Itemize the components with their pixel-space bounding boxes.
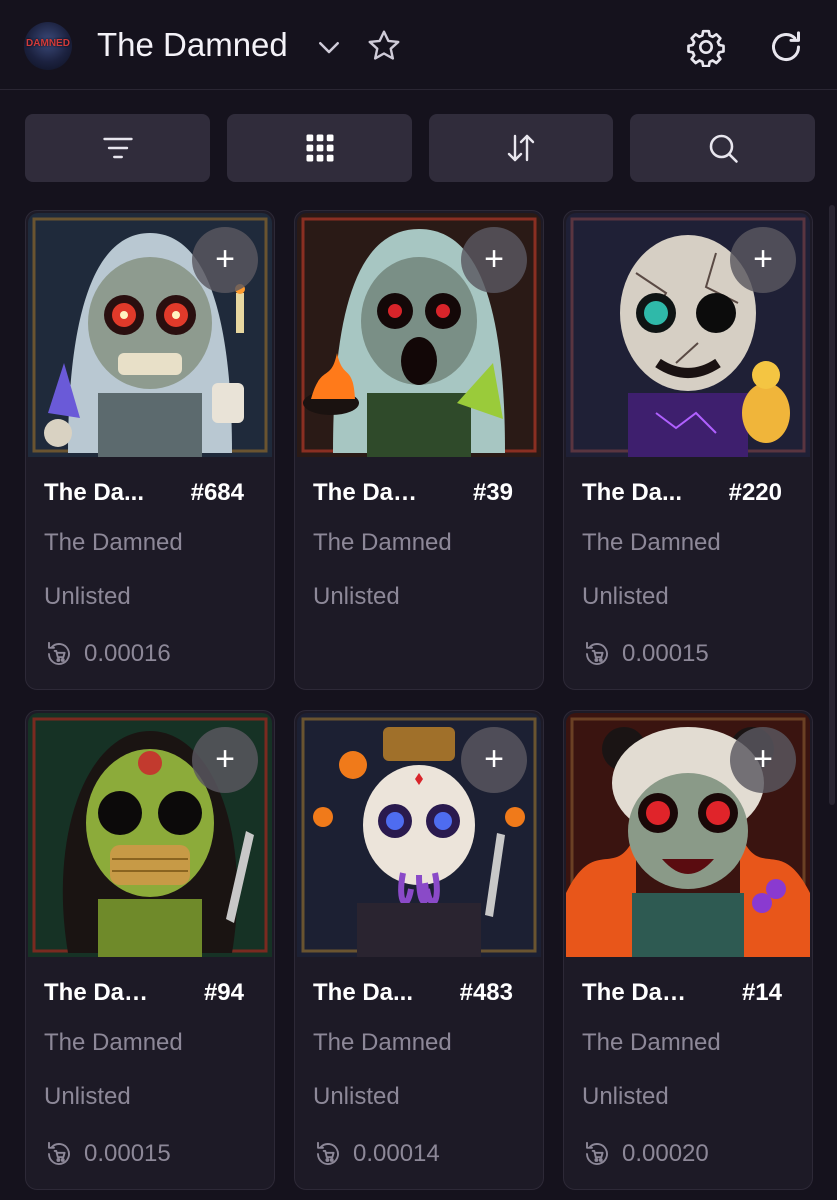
collection-name: The Damned xyxy=(313,1029,452,1056)
chevron-down-icon[interactable] xyxy=(314,32,344,62)
add-to-cart-button[interactable]: + xyxy=(730,727,796,793)
nft-number: #220 xyxy=(728,479,782,506)
cart-refresh-icon xyxy=(48,641,70,665)
last-sale-price: 0.00016 xyxy=(44,639,171,669)
price-value: 0.00014 xyxy=(353,1140,440,1167)
nft-number: #39 xyxy=(472,479,513,506)
sort-icon xyxy=(507,134,535,162)
nft-card[interactable]: + The Dam... #14 The Damned Unlisted 0.0… xyxy=(563,710,813,1190)
listing-status: Unlisted xyxy=(582,583,669,610)
filter-icon xyxy=(102,137,133,159)
last-sale-price: 0.00015 xyxy=(44,1139,171,1169)
last-sale-price: 0.00020 xyxy=(582,1139,709,1169)
logo-text: DAMNED xyxy=(26,38,70,49)
collection-name: The Damned xyxy=(44,529,183,556)
collection-name: The Damned xyxy=(582,1029,721,1056)
nft-name: The Dam... xyxy=(582,979,702,1006)
nft-card[interactable]: + The Da... #220 The Damned Unlisted 0.0… xyxy=(563,210,813,690)
nft-number: #14 xyxy=(741,979,782,1006)
last-sale-price: 0.00015 xyxy=(582,639,709,669)
listing-status: Unlisted xyxy=(44,1083,131,1110)
nft-name: The Da... xyxy=(44,479,145,506)
collection-name: The Damned xyxy=(313,529,452,556)
grid-icon xyxy=(306,134,333,162)
nft-number: #94 xyxy=(203,979,244,1006)
nft-name: The Da... xyxy=(582,479,683,506)
nft-name: The Da... xyxy=(313,979,414,1006)
header-bar: DAMNED The Damned xyxy=(0,0,837,90)
scrollbar[interactable] xyxy=(829,205,835,805)
search-icon xyxy=(709,134,738,163)
plus-icon: + xyxy=(753,239,773,278)
star-icon[interactable] xyxy=(366,28,402,64)
plus-icon: + xyxy=(215,739,235,778)
price-value: 0.00015 xyxy=(622,640,709,667)
collection-title[interactable]: The Damned xyxy=(97,26,288,64)
filter-button[interactable] xyxy=(25,114,210,182)
price-value: 0.00016 xyxy=(84,640,171,667)
collection-name: The Damned xyxy=(44,1029,183,1056)
listing-status: Unlisted xyxy=(44,583,131,610)
listing-status: Unlisted xyxy=(582,1083,669,1110)
collection-name: The Damned xyxy=(582,529,721,556)
cart-refresh-icon xyxy=(317,1141,339,1165)
add-to-cart-button[interactable]: + xyxy=(461,727,527,793)
collection-logo[interactable]: DAMNED xyxy=(24,22,72,70)
cart-refresh-icon xyxy=(586,641,608,665)
plus-icon: + xyxy=(753,739,773,778)
add-to-cart-button[interactable]: + xyxy=(192,227,258,293)
add-to-cart-button[interactable]: + xyxy=(730,227,796,293)
nft-name: The Dam... xyxy=(313,479,433,506)
nft-card[interactable]: + The Da... #483 The Damned Unlisted 0.0… xyxy=(294,710,544,1190)
nft-number: #684 xyxy=(190,479,244,506)
nft-card[interactable]: + The Dam... #94 The Damned Unlisted 0.0… xyxy=(25,710,275,1190)
cart-refresh-icon xyxy=(48,1141,70,1165)
price-value: 0.00015 xyxy=(84,1140,171,1167)
grid-view-button[interactable] xyxy=(227,114,412,182)
listing-status: Unlisted xyxy=(313,1083,400,1110)
cart-refresh-icon xyxy=(586,1141,608,1165)
nft-name: The Dam... xyxy=(44,979,164,1006)
price-value: 0.00020 xyxy=(622,1140,709,1167)
plus-icon: + xyxy=(484,739,504,778)
search-button[interactable] xyxy=(630,114,815,182)
refresh-icon[interactable] xyxy=(766,27,806,67)
nft-card[interactable]: + The Da... #684 The Damned Unlisted 0.0… xyxy=(25,210,275,690)
add-to-cart-button[interactable]: + xyxy=(192,727,258,793)
add-to-cart-button[interactable]: + xyxy=(461,227,527,293)
listing-status: Unlisted xyxy=(313,583,400,610)
nft-card[interactable]: + The Dam... #39 The Damned Unlisted xyxy=(294,210,544,690)
sort-button[interactable] xyxy=(429,114,613,182)
plus-icon: + xyxy=(484,239,504,278)
gear-icon[interactable] xyxy=(686,27,726,67)
nft-number: #483 xyxy=(459,979,513,1006)
last-sale-price: 0.00014 xyxy=(313,1139,440,1169)
plus-icon: + xyxy=(215,239,235,278)
